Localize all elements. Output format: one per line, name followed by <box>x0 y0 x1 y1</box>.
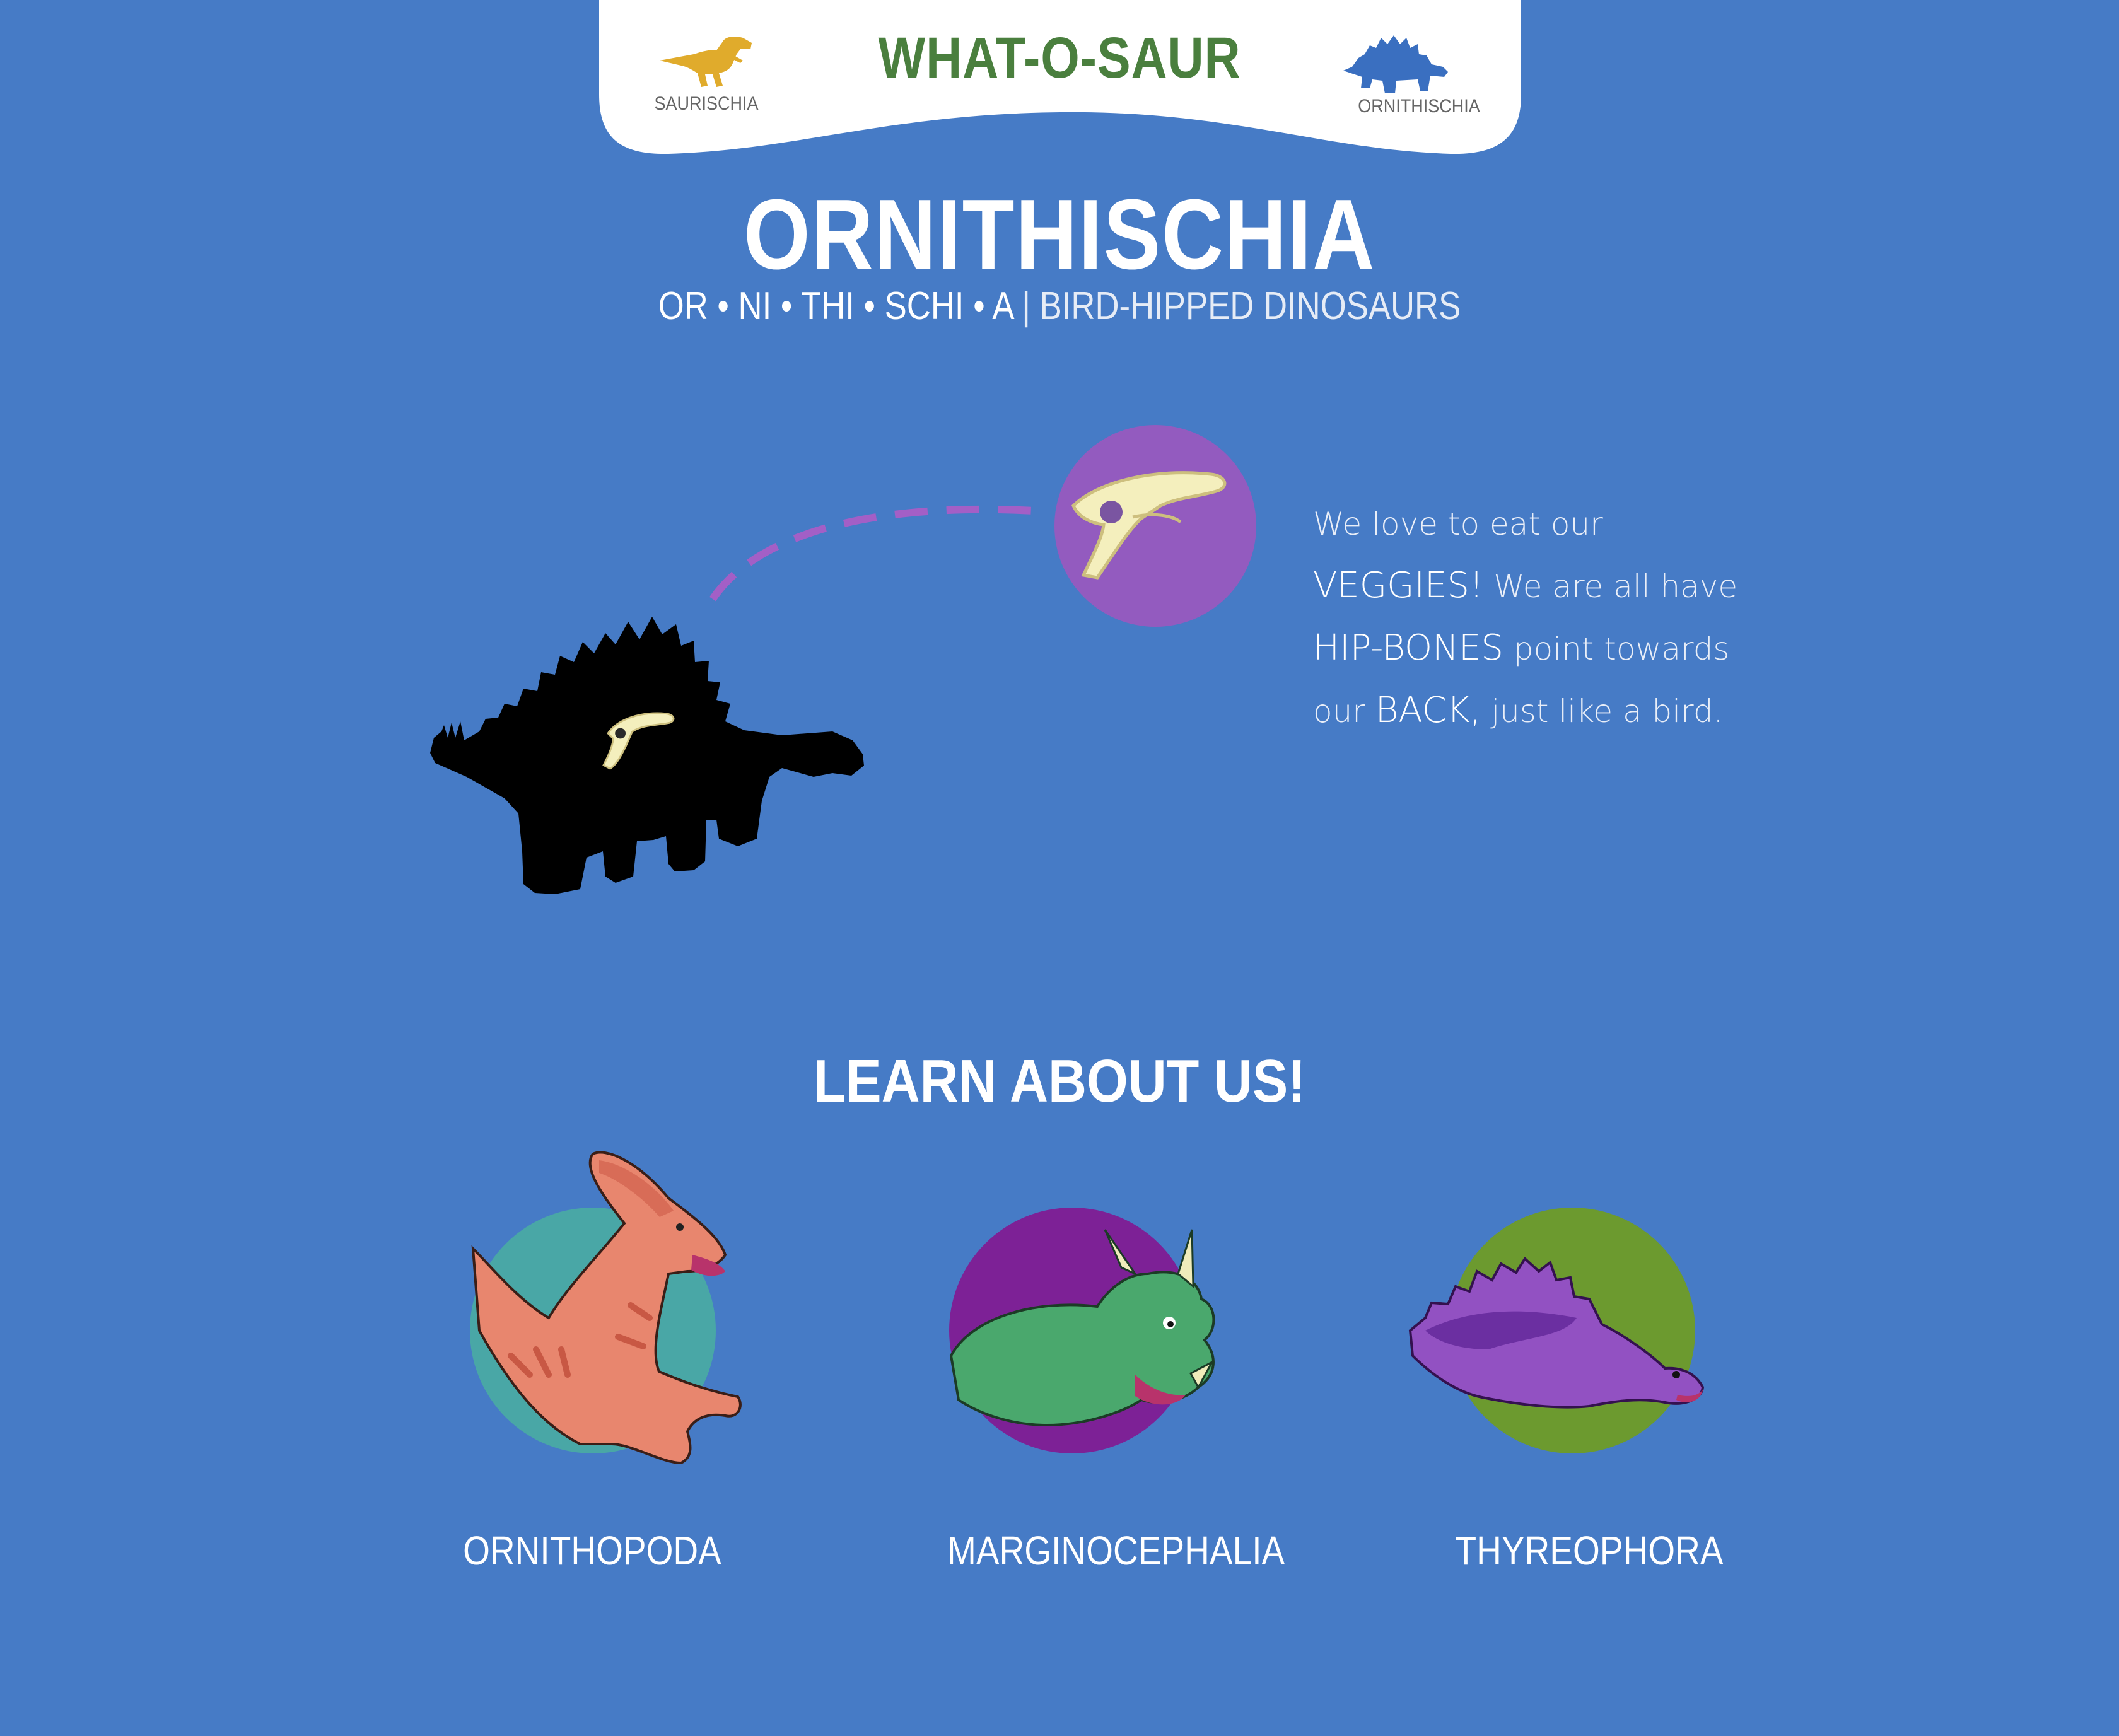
nav-label-ornithischia: ORNITHISCHIA <box>1358 96 1480 117</box>
syllable: THI <box>801 284 855 328</box>
back-highlight: BACK, <box>1375 690 1481 731</box>
theropod-icon <box>660 37 752 87</box>
parasaurolophus-illustration <box>470 1151 742 1465</box>
page-subtitle: BIRD-HIPPED DINOSAURS <box>1039 284 1461 328</box>
stegosaurus-silhouette <box>430 617 864 894</box>
stegosaurus-icon <box>1343 35 1448 93</box>
pronunciation: OR • NI • THI • SCHI • A | BIRD-HIPPED D… <box>658 284 1461 328</box>
group-card-thyreophora[interactable]: THYREOPHORA <box>1387 1148 1766 1573</box>
syllable: OR <box>658 284 708 328</box>
syllable: A <box>992 284 1013 328</box>
syllable: SCHI <box>884 284 964 328</box>
group-label-thyreophora: THYREOPHORA <box>1455 1528 1724 1573</box>
description: We love to eat our VEGGIES! We are all h… <box>1313 506 1738 731</box>
hipbones-highlight: HIP-BONES <box>1313 627 1503 668</box>
group-card-marginocephalia[interactable]: MARGINOCEPHALIA <box>921 1148 1299 1573</box>
brand-logo[interactable]: WHAT-O-SAUR <box>788 25 1331 91</box>
hip-bone-circle <box>1054 425 1256 627</box>
dashed-connector <box>709 505 1035 602</box>
group-card-ornithopoda[interactable]: ORNITHOPODA <box>441 1148 820 1573</box>
learn-section-title: LEARN ABOUT US! <box>813 1047 1306 1115</box>
page-title: ORNITHISCHIA <box>743 179 1375 290</box>
nav-link-saurischia[interactable]: SAURISCHIA <box>631 25 782 120</box>
veggies-highlight: VEGGIES! <box>1313 565 1484 606</box>
group-label-ornithopoda: ORNITHOPODA <box>463 1528 721 1573</box>
syllable: NI <box>738 284 772 328</box>
nav-link-ornithischia[interactable]: ORNITHISCHIA <box>1337 25 1488 120</box>
triceratops-illustration <box>949 1208 1215 1453</box>
stegosaurus-illustration <box>1408 1208 1705 1453</box>
group-label-marginocephalia: MARGINOCEPHALIA <box>947 1528 1285 1573</box>
nav-label-saurischia: SAURISCHIA <box>654 93 759 114</box>
